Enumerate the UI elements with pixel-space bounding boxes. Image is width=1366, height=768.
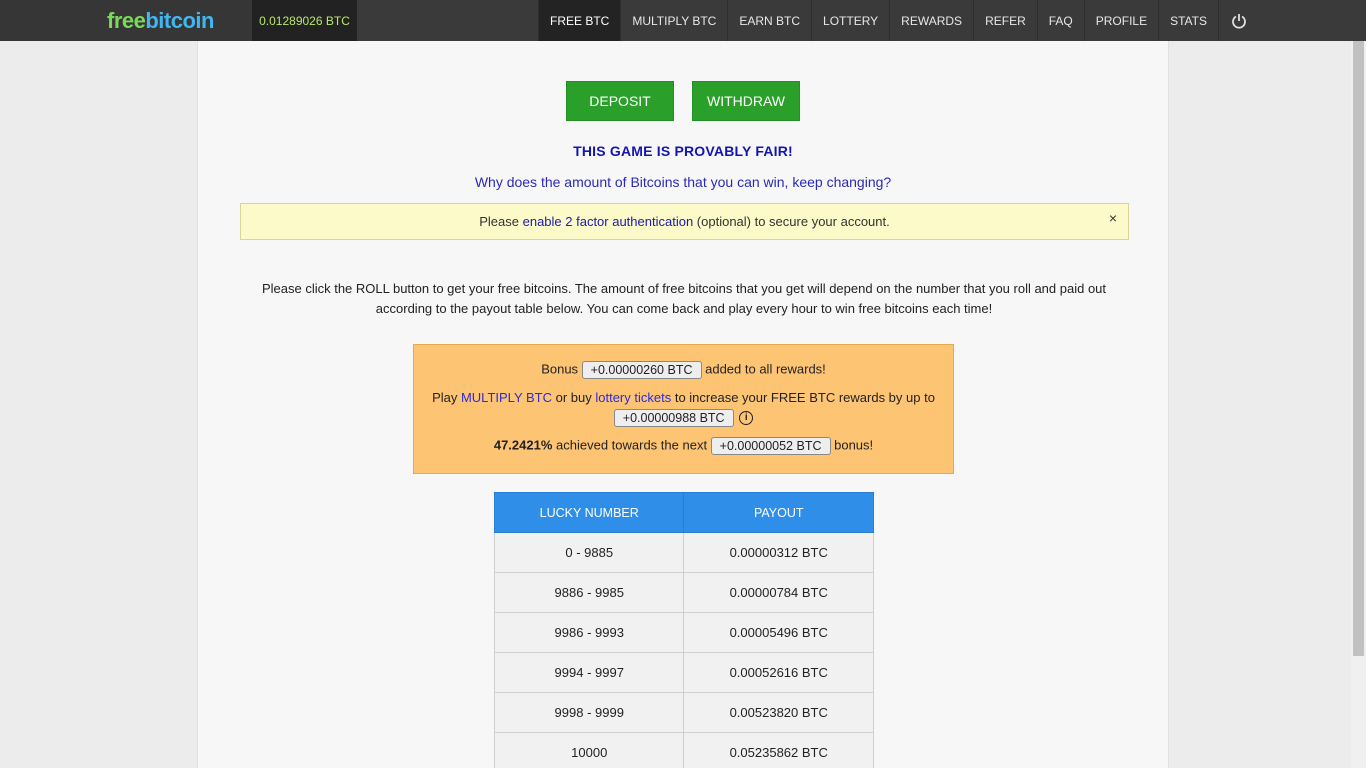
nav-faq[interactable]: FAQ <box>1036 0 1084 41</box>
page-scrollbar[interactable] <box>1351 41 1366 768</box>
lucky-number-cell: 9998 - 9999 <box>493 692 685 733</box>
table-row: 9994 - 9997 0.00052616 BTC <box>493 652 874 693</box>
payout-cell: 0.00000312 BTC <box>683 532 874 573</box>
nav-stats[interactable]: STATS <box>1158 0 1218 41</box>
multiply-btc-link[interactable]: MULTIPLY BTC <box>461 390 552 405</box>
table-row: 0 - 9885 0.00000312 BTC <box>493 532 874 573</box>
table-row: 9986 - 9993 0.00005496 BTC <box>493 612 874 653</box>
lucky-number-cell: 9994 - 9997 <box>493 652 685 693</box>
nav-refer[interactable]: REFER <box>973 0 1037 41</box>
table-row: 9886 - 9985 0.00000784 BTC <box>493 572 874 613</box>
nav-lottery[interactable]: LOTTERY <box>811 0 889 41</box>
achieved-text: achieved towards the next <box>552 437 711 453</box>
power-icon <box>1232 13 1246 29</box>
lucky-number-cell: 9886 - 9985 <box>493 572 685 613</box>
table-header-row: LUCKY NUMBER PAYOUT <box>493 492 874 533</box>
bonus-amount-badge: +0.00000260 BTC <box>581 361 702 379</box>
bonus-label: Bonus <box>541 361 582 377</box>
roll-instructions: Please click the ROLL button to get your… <box>261 281 1107 316</box>
info-icon[interactable]: i <box>739 411 754 425</box>
payout-table: LUCKY NUMBER PAYOUT 0 - 9885 0.00000312 … <box>493 492 874 768</box>
payout-cell: 0.00005496 BTC <box>683 612 874 653</box>
bonus-line-1: Bonus +0.00000260 BTC added to all rewar… <box>414 361 953 379</box>
bonus-suffix-text: bonus! <box>830 437 874 453</box>
withdraw-button[interactable]: WITHDRAW <box>692 81 800 121</box>
alert-suffix: (optional) to secure your account. <box>693 214 890 229</box>
logo-free-text: free <box>107 7 146 33</box>
bonus-line-2: Play MULTIPLY BTC or buy lottery tickets… <box>414 390 953 405</box>
provably-fair-heading: THIS GAME IS PROVABLY FAIR! <box>573 143 793 159</box>
max-increase-badge: +0.00000988 BTC <box>613 409 734 427</box>
lucky-number-header: LUCKY NUMBER <box>493 492 685 533</box>
bonus-panel: Bonus +0.00000260 BTC added to all rewar… <box>413 344 954 474</box>
payout-cell: 0.05235862 BTC <box>683 732 874 768</box>
nav-rewards[interactable]: REWARDS <box>889 0 973 41</box>
nav-multiply-btc[interactable]: MULTIPLY BTC <box>620 0 727 41</box>
action-buttons: DEPOSIT WITHDRAW <box>198 81 1168 121</box>
deposit-button[interactable]: DEPOSIT <box>566 81 674 121</box>
scrollbar-thumb[interactable] <box>1353 41 1364 656</box>
payout-cell: 0.00000784 BTC <box>683 572 874 613</box>
main-nav: FREE BTC MULTIPLY BTC EARN BTC LOTTERY R… <box>537 0 1259 41</box>
or-buy-text: or buy <box>552 390 596 405</box>
bonus-line-4: 47.2421% achieved towards the next +0.00… <box>414 437 953 455</box>
main-content: DEPOSIT WITHDRAW THIS GAME IS PROVABLY F… <box>197 41 1169 768</box>
bonus-line-3: +0.00000988 BTC i <box>414 409 953 427</box>
why-amount-changing-link[interactable]: Why does the amount of Bitcoins that you… <box>198 174 1168 190</box>
alert-prefix: Please <box>479 214 523 229</box>
payout-cell: 0.00523820 BTC <box>683 692 874 733</box>
progress-percent: 47.2421% <box>493 437 553 453</box>
logo-bitcoin-text: bitcoin <box>145 7 214 33</box>
lucky-number-cell: 9986 - 9993 <box>493 612 685 653</box>
nav-profile[interactable]: PROFILE <box>1083 0 1158 41</box>
table-row: 9998 - 9999 0.00523820 BTC <box>493 692 874 733</box>
top-navbar: free bitcoin 0.01289026 BTC FREE BTC MULT… <box>0 0 1366 41</box>
nav-earn-btc[interactable]: EARN BTC <box>727 0 811 41</box>
play-text: Play <box>432 390 461 405</box>
site-logo[interactable]: free bitcoin <box>0 0 252 41</box>
lucky-number-cell: 10000 <box>493 732 685 768</box>
bonus-added-text: added to all rewards! <box>701 361 826 377</box>
increase-rewards-text: to increase your FREE BTC rewards by up … <box>671 390 935 405</box>
lucky-number-cell: 0 - 9885 <box>493 532 685 573</box>
next-bonus-badge: +0.00000052 BTC <box>710 437 831 455</box>
nav-free-btc[interactable]: FREE BTC <box>537 0 621 41</box>
payout-header: PAYOUT <box>683 492 874 533</box>
enable-2fa-link[interactable]: enable 2 factor authentication <box>523 214 694 229</box>
payout-cell: 0.00052616 BTC <box>683 652 874 693</box>
lottery-tickets-link[interactable]: lottery tickets <box>595 390 671 405</box>
account-balance: 0.01289026 BTC <box>252 0 357 41</box>
table-row: 10000 0.05235862 BTC <box>493 732 874 768</box>
two-factor-alert: Please enable 2 factor authentication (o… <box>240 203 1129 240</box>
close-icon[interactable]: × <box>1109 210 1117 226</box>
logout-button[interactable] <box>1218 0 1259 41</box>
